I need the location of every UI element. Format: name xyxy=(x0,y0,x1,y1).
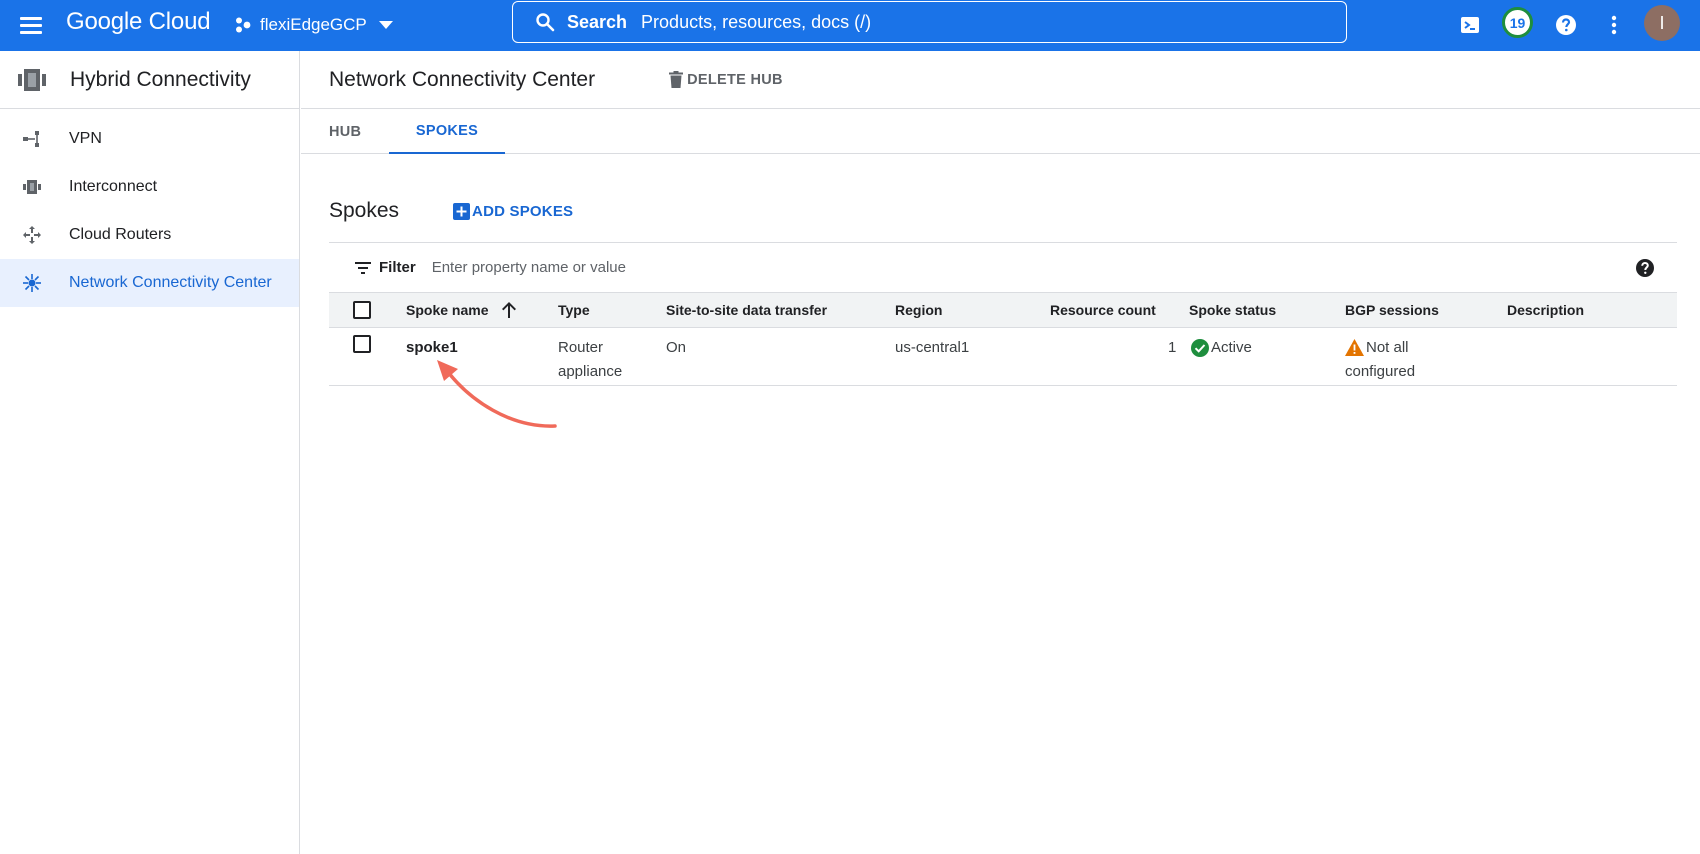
google-cloud-logo[interactable]: Google Cloud xyxy=(66,8,211,36)
row-checkbox[interactable] xyxy=(353,335,371,353)
spoke-data-transfer: On xyxy=(666,339,687,356)
help-icon[interactable] xyxy=(1551,10,1581,40)
sidebar-item-vpn[interactable]: VPN xyxy=(0,115,299,163)
column-header-spoke-name[interactable]: Spoke name xyxy=(406,293,517,327)
spoke-type: Router appliance xyxy=(558,336,622,384)
interconnect-icon xyxy=(20,175,44,199)
tab-hub[interactable]: HUB xyxy=(329,109,361,154)
search-label: Search xyxy=(567,11,628,32)
page-header: Network Connectivity Center DELETE HUB xyxy=(301,51,1700,109)
bgp-status-label: Not all xyxy=(1366,339,1409,356)
sidebar-item-network-connectivity-center[interactable]: Network Connectivity Center xyxy=(0,259,299,307)
search-icon xyxy=(536,13,555,32)
spoke-type-line: Router xyxy=(558,339,604,356)
column-header-resource-count[interactable]: Resource count xyxy=(1050,293,1156,327)
help-icon[interactable] xyxy=(1635,258,1655,278)
column-header-label: Spoke name xyxy=(406,302,489,318)
select-all-checkbox[interactable] xyxy=(353,301,371,319)
sidebar-item-label: Interconnect xyxy=(69,178,158,195)
sidebar-header: Hybrid Connectivity xyxy=(0,51,299,109)
delete-hub-button[interactable]: DELETE HUB xyxy=(669,71,783,88)
search-input[interactable] xyxy=(641,11,1242,33)
bgp-status-label: configured xyxy=(1345,363,1416,380)
more-options-icon[interactable] xyxy=(1599,10,1629,40)
tab-bar: HUB SPOKES xyxy=(301,109,1700,154)
hybrid-connectivity-icon xyxy=(18,68,46,91)
cloud-router-icon xyxy=(20,223,44,247)
column-header-bgp-sessions[interactable]: BGP sessions xyxy=(1345,293,1439,327)
spokes-table: Filter Spoke name Type Site-to-site data… xyxy=(329,242,1677,386)
section-title: Spokes xyxy=(329,199,400,222)
filter-input[interactable] xyxy=(431,259,1132,276)
project-icon xyxy=(236,17,251,33)
page-title: Network Connectivity Center xyxy=(329,67,596,91)
sidebar-item-cloud-routers[interactable]: Cloud Routers xyxy=(0,211,299,259)
filter-label: Filter xyxy=(379,259,416,276)
tab-spokes[interactable]: SPOKES xyxy=(389,109,505,154)
sidebar-item-label: Network Connectivity Center xyxy=(69,274,272,291)
filter-bar: Filter xyxy=(329,242,1677,292)
sort-ascending-icon xyxy=(502,302,517,318)
bgp-sessions: Not all configured xyxy=(1345,336,1415,384)
notification-count: 19 xyxy=(1509,14,1526,31)
select-all-checkbox-cell xyxy=(353,293,371,327)
check-circle-icon xyxy=(1191,339,1209,357)
filter-icon xyxy=(355,261,371,274)
spoke-status-label: Active xyxy=(1211,339,1252,356)
search-bar[interactable]: Search xyxy=(512,1,1347,43)
add-box-icon xyxy=(453,202,471,220)
spoke-status: Active xyxy=(1191,336,1252,360)
main-content: Network Connectivity Center DELETE HUB H… xyxy=(301,51,1700,854)
chevron-down-icon xyxy=(378,21,393,29)
warning-icon xyxy=(1345,339,1364,356)
sidebar-item-interconnect[interactable]: Interconnect xyxy=(0,163,299,211)
add-spokes-label: ADD SPOKES xyxy=(472,202,574,220)
spoke-name-link[interactable]: spoke1 xyxy=(406,336,458,360)
project-name: flexiEdgeGCP xyxy=(260,15,367,34)
spoke-type-line: appliance xyxy=(558,363,623,380)
trash-icon xyxy=(669,71,684,88)
table-header: Spoke name Type Site-to-site data transf… xyxy=(329,292,1677,328)
vpn-icon xyxy=(20,127,44,151)
column-header-region[interactable]: Region xyxy=(895,293,942,327)
row-checkbox-cell xyxy=(353,335,371,353)
column-header-type[interactable]: Type xyxy=(558,293,590,327)
spoke-region: us-central1 xyxy=(895,339,970,356)
column-header-spoke-status[interactable]: Spoke status xyxy=(1189,293,1276,327)
top-app-bar: Google Cloud flexiEdgeGCP Search 19 xyxy=(0,0,1700,51)
bgp-status-line: Not all xyxy=(1345,336,1415,360)
section-header: Spokes ADD SPOKES xyxy=(329,199,573,223)
delete-hub-label: DELETE HUB xyxy=(687,71,783,88)
sidebar-item-label: VPN xyxy=(69,130,102,147)
add-spokes-button[interactable]: ADD SPOKES xyxy=(453,202,574,220)
sidebar-item-label: Cloud Routers xyxy=(69,226,172,243)
notifications-badge[interactable]: 19 xyxy=(1502,7,1533,38)
spoke-resource-count: 1 xyxy=(1168,339,1177,356)
project-selector[interactable]: flexiEdgeGCP xyxy=(234,10,393,40)
main-menu-icon[interactable] xyxy=(18,12,44,38)
column-header-description[interactable]: Description xyxy=(1507,293,1584,327)
table-row: spoke1 Router appliance On us-central1 1… xyxy=(329,328,1677,386)
account-avatar[interactable]: I xyxy=(1644,5,1680,41)
sidebar: Hybrid Connectivity VPN Interconnect Clo… xyxy=(0,51,300,854)
column-header-site-to-site-transfer[interactable]: Site-to-site data transfer xyxy=(666,293,827,327)
network-connectivity-center-icon xyxy=(20,271,44,295)
sidebar-title: Hybrid Connectivity xyxy=(70,67,251,91)
cloud-shell-icon[interactable] xyxy=(1455,10,1485,40)
